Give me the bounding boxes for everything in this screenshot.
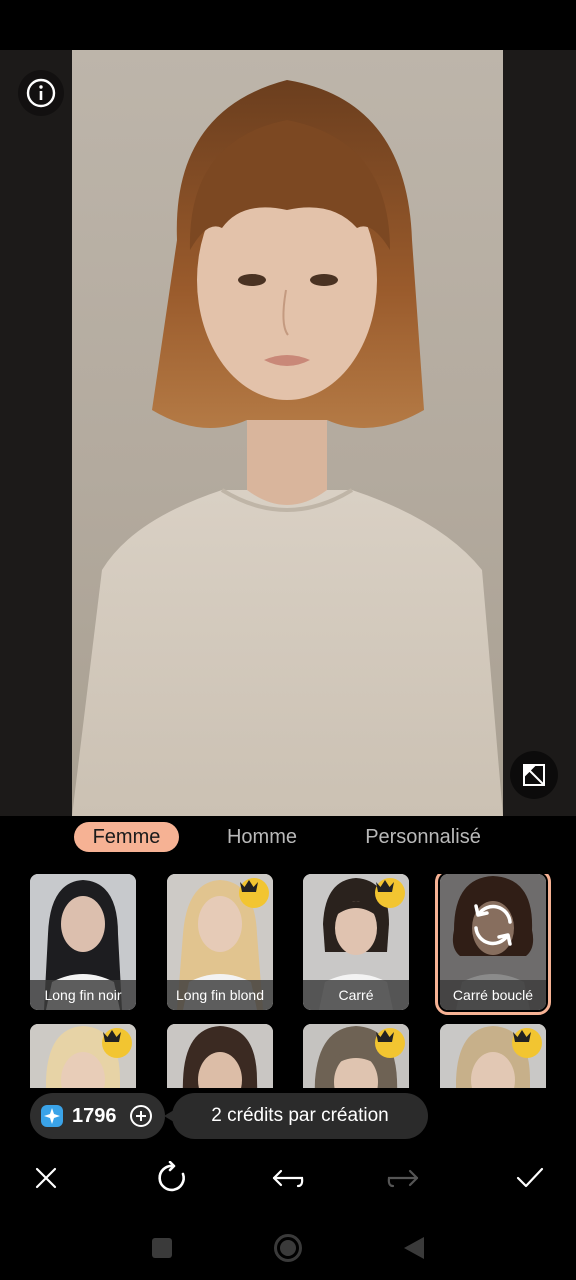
style-label: Long fin blond (167, 980, 273, 1010)
redo-icon (387, 1169, 419, 1188)
credits-balance[interactable]: 1796 (30, 1093, 165, 1139)
close-button[interactable] (24, 1156, 68, 1200)
crown-icon (376, 880, 394, 892)
status-bar (0, 0, 576, 50)
crown-icon (103, 1030, 121, 1042)
photo-canvas (0, 50, 576, 816)
gem-icon (41, 1105, 63, 1127)
confirm-button[interactable] (508, 1156, 552, 1200)
system-nav-bar (0, 1216, 576, 1280)
style-tile-long-fin-blond[interactable]: Long fin blond (167, 874, 273, 1010)
premium-badge (375, 878, 405, 908)
refresh-icon (474, 904, 512, 946)
premium-badge (102, 1028, 132, 1058)
crown-icon (376, 1030, 394, 1042)
premium-badge (512, 1028, 542, 1058)
style-tile-row2-3[interactable] (303, 1024, 409, 1088)
tab-personnalise[interactable]: Personnalisé (350, 822, 496, 852)
triangle-back-icon (404, 1237, 424, 1259)
style-tile-carre-boucle[interactable]: Carré bouclé (435, 874, 551, 1015)
nav-back-button[interactable] (394, 1228, 434, 1268)
plus-circle-icon[interactable] (129, 1104, 153, 1128)
premium-badge (239, 878, 269, 908)
style-label: Carré (303, 980, 409, 1010)
credits-cost-tooltip: 2 crédits par création (164, 1093, 428, 1139)
crown-icon (513, 1030, 531, 1042)
check-icon (516, 1167, 544, 1188)
style-tile-row2-1[interactable] (30, 1024, 136, 1088)
style-thumbnail (167, 1024, 273, 1088)
tab-femme[interactable]: Femme (74, 822, 179, 852)
style-tile-row2-2[interactable] (167, 1024, 273, 1088)
credits-count: 1796 (72, 1104, 117, 1127)
style-tile-long-fin-noir[interactable]: Long fin noir (30, 874, 136, 1010)
compare-icon (523, 764, 545, 786)
info-icon (26, 78, 56, 108)
style-panel: Femme Homme Personnalisé Long fin noir L… (0, 816, 576, 1280)
crown-icon (240, 880, 258, 892)
nav-home-button[interactable] (268, 1228, 308, 1268)
info-button[interactable] (18, 70, 64, 116)
square-icon (152, 1238, 172, 1258)
premium-badge (375, 1028, 405, 1058)
style-tile-carre[interactable]: Carré (303, 874, 409, 1010)
close-icon (35, 1167, 57, 1189)
result-photo (72, 50, 503, 816)
style-label: Long fin noir (30, 980, 136, 1010)
compare-button[interactable] (510, 751, 558, 799)
undo-button[interactable] (266, 1156, 310, 1200)
edit-toolbar (0, 1156, 576, 1200)
undo-icon (272, 1169, 304, 1188)
refresh-icon (158, 1161, 185, 1192)
redo-button[interactable] (381, 1156, 425, 1200)
category-tabs: Femme Homme Personnalisé (0, 816, 576, 856)
nav-recent-button[interactable] (142, 1228, 182, 1268)
circle-icon (274, 1234, 302, 1262)
style-tile-row2-4[interactable] (440, 1024, 546, 1088)
tab-homme[interactable]: Homme (210, 822, 314, 852)
style-label: Carré bouclé (440, 980, 546, 1010)
style-grid: Long fin noir Long fin blond Carré Carré… (0, 874, 576, 1088)
regenerate-button[interactable] (151, 1156, 195, 1200)
